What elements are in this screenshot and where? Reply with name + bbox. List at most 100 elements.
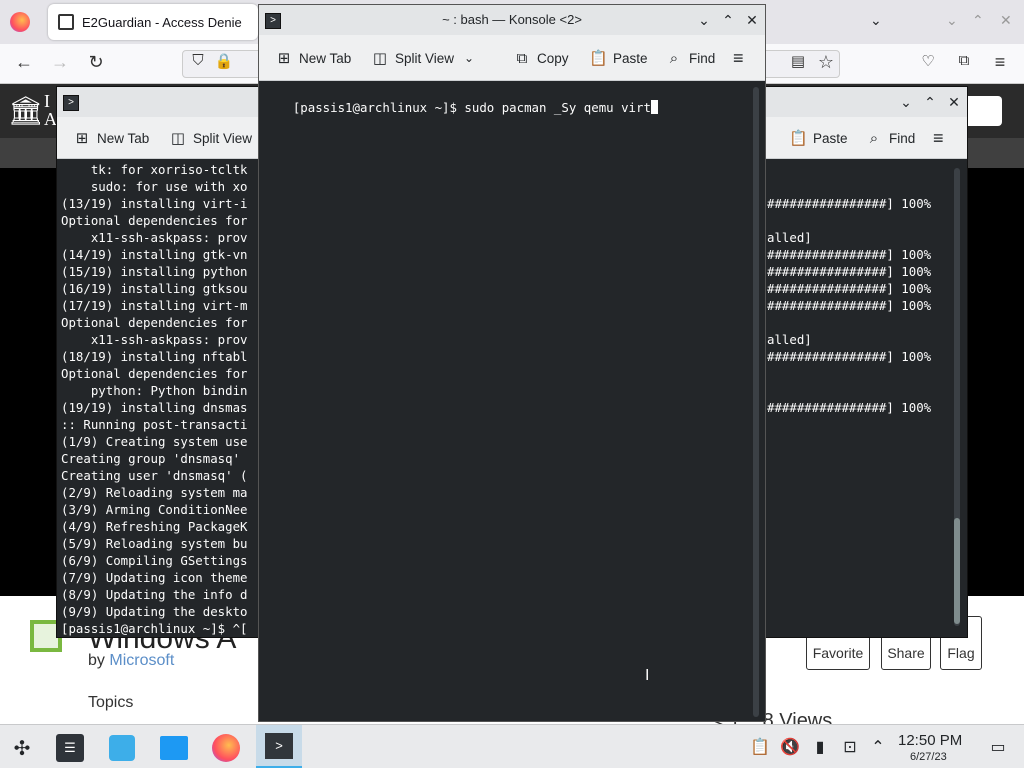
terminal-line: (13/19) installing virt-i	[61, 196, 248, 211]
terminal-output-left[interactable]: tk: for xorriso-tcltk sudo: for use with…	[61, 161, 261, 637]
find-button[interactable]: ⌕ Find	[865, 127, 915, 149]
site-search-input[interactable]	[962, 96, 1002, 126]
hamburger-menu-icon[interactable]: ≡	[733, 47, 744, 69]
terminal-line: ################] 100%	[767, 264, 932, 279]
paste-button[interactable]: 📋 Paste	[589, 47, 648, 69]
show-hidden-icons[interactable]: ⌃	[868, 737, 888, 757]
new-tab-icon: ⊞	[75, 130, 89, 147]
terminal-output[interactable]: [passis1@archlinux ~]$ sudo pacman _Sy q…	[263, 82, 749, 721]
update-icon[interactable]: ⊡	[840, 737, 860, 757]
minimize-icon[interactable]: ⌄	[897, 93, 915, 111]
terminal-line: (2/9) Reloading system ma	[61, 485, 248, 500]
terminal-line: (19/19) installing dnsmas	[61, 400, 248, 415]
terminal-line: [passis1@archlinux ~]$ sudo pacman _Sy q…	[292, 100, 651, 115]
terminal-line: Optional dependencies for	[61, 315, 248, 330]
publisher-link[interactable]: Microsoft	[109, 652, 174, 669]
terminal-line: (14/19) installing gtk-vn	[61, 247, 248, 262]
terminal-line: (7/9) Updating icon theme	[61, 570, 248, 585]
browser-tab-title: E2Guardian - Access Denie	[82, 14, 242, 30]
terminal-line: (9/9) Updating the deskto	[61, 604, 248, 619]
minimize-icon[interactable]: ⌄	[946, 12, 958, 29]
new-tab-label: New Tab	[299, 50, 352, 66]
split-view-button[interactable]: ◫ Split View	[169, 127, 252, 149]
close-icon[interactable]: ✕	[1000, 12, 1012, 29]
find-label: Find	[889, 130, 916, 146]
chevron-down-icon[interactable]: ⌄	[464, 51, 474, 65]
terminal-output-right[interactable]: ################] 100% alled] ###########…	[767, 161, 957, 637]
copy-icon: ⧉	[516, 49, 528, 67]
reload-icon[interactable]: ↻	[84, 52, 108, 73]
battery-icon[interactable]: ▮	[810, 737, 830, 757]
browser-tab[interactable]: E2Guardian - Access Denie	[48, 4, 258, 40]
discover-store-icon[interactable]	[106, 732, 138, 764]
copy-button[interactable]: ⧉ Copy	[513, 47, 569, 69]
split-view-button[interactable]: ◫ Split View ⌄	[371, 47, 474, 69]
terminal-line: (3/9) Arming ConditionNee	[61, 502, 248, 517]
copy-label: Copy	[537, 50, 569, 66]
terminal-line: sudo: for use with xo	[61, 179, 248, 194]
terminal-line: ################] 100%	[767, 281, 932, 296]
app-launcher-icon[interactable]: ✣	[6, 732, 38, 764]
new-tab-button[interactable]: ⊞ New Tab	[73, 127, 150, 149]
terminal-line: [passis1@archlinux ~]$ ^[	[61, 621, 248, 636]
extensions-icon[interactable]: ⧉	[952, 52, 976, 69]
terminal-line: (1/9) Creating system use	[61, 434, 248, 449]
new-tab-button[interactable]: ⊞ New Tab	[275, 47, 352, 69]
by-label: by	[88, 652, 105, 669]
split-view-label: Split View	[193, 130, 253, 146]
clock-time[interactable]: 12:50 PM	[898, 732, 962, 749]
terminal-cursor	[650, 100, 658, 114]
settings-app-icon[interactable]: ☰	[54, 732, 86, 764]
show-desktop-icon[interactable]: ▭	[988, 737, 1008, 757]
reader-view-icon[interactable]: ▤	[786, 52, 810, 70]
firefox-icon[interactable]	[10, 12, 30, 32]
find-label: Find	[689, 50, 716, 66]
lock-icon[interactable]: 🔒	[212, 52, 236, 70]
archive-logo-icon[interactable]: 🏛	[8, 94, 44, 128]
back-icon[interactable]: ←	[12, 52, 36, 73]
terminal-line: python: Python bindin	[61, 383, 248, 398]
file-manager-icon[interactable]	[158, 732, 190, 764]
terminal-line: Optional dependencies for	[61, 366, 248, 381]
volume-muted-icon[interactable]: 🔇	[780, 737, 800, 757]
terminal-line: Creating group 'dnsmasq'	[61, 451, 248, 466]
paste-button[interactable]: 📋 Paste	[789, 127, 848, 149]
shield-icon[interactable]: ⛉	[186, 52, 210, 69]
new-tab-icon: ⊞	[277, 50, 291, 67]
pocket-icon[interactable]: ♡	[916, 52, 940, 70]
search-icon: ⌕	[869, 129, 879, 147]
terminal-line: ################] 100%	[767, 298, 932, 313]
paste-icon: 📋	[589, 50, 608, 67]
terminal-line: alled]	[767, 230, 812, 245]
konsole-front-titlebar[interactable]: > ~ : bash — Konsole <2> ⌄ ⌃ ✕	[259, 5, 765, 35]
close-icon[interactable]: ✕	[945, 93, 963, 111]
hamburger-menu-icon[interactable]: ≡	[933, 127, 944, 149]
konsole-taskbar-icon[interactable]: >	[256, 725, 302, 768]
topics-heading: Topics	[88, 694, 134, 711]
menu-icon[interactable]: ≡	[988, 52, 1012, 73]
maximize-icon[interactable]: ⌃	[972, 12, 984, 29]
new-tab-label: New Tab	[97, 130, 150, 146]
close-icon[interactable]: ✕	[743, 11, 761, 29]
list-tabs-icon[interactable]: ⌄	[870, 12, 882, 29]
minimize-icon[interactable]: ⌄	[695, 11, 713, 29]
konsole-window-front[interactable]: > ~ : bash — Konsole <2> ⌄ ⌃ ✕ ⊞ New Tab…	[258, 4, 766, 722]
terminal-line: tk: for xorriso-tcltk	[61, 162, 248, 177]
maximize-icon[interactable]: ⌃	[719, 11, 737, 29]
find-button[interactable]: ⌕ Find	[665, 47, 715, 69]
clipboard-icon[interactable]: 📋	[750, 737, 770, 757]
maximize-icon[interactable]: ⌃	[921, 93, 939, 111]
terminal-scrollbar[interactable]	[753, 87, 759, 717]
paste-icon: 📋	[789, 130, 808, 147]
terminal-line: :: Running post-transacti	[61, 417, 248, 432]
search-icon: ⌕	[669, 49, 679, 67]
clock-date[interactable]: 6/27/23	[910, 751, 947, 763]
terminal-back-scrollbar-thumb[interactable]	[954, 518, 960, 624]
firefox-taskbar-icon[interactable]	[210, 732, 242, 764]
bookmark-star-icon[interactable]: ☆	[814, 52, 838, 73]
terminal-line: x11-ssh-askpass: prov	[61, 332, 248, 347]
forward-icon[interactable]: →	[48, 52, 72, 73]
terminal-line: Optional dependencies for	[61, 213, 248, 228]
